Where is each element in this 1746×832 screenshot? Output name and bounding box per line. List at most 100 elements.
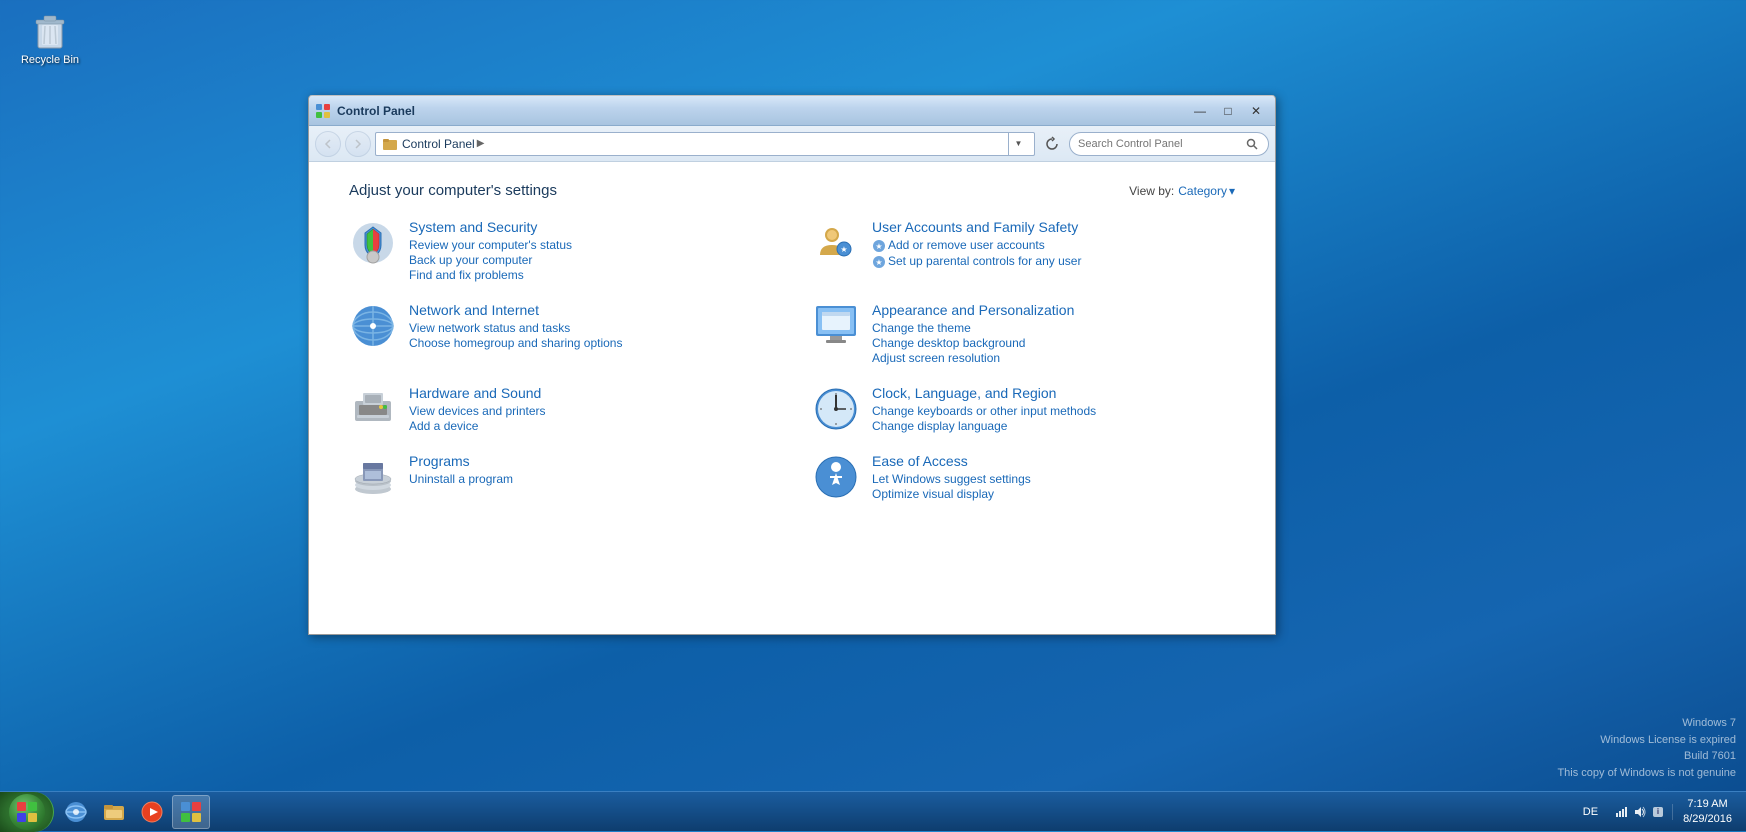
category-system-security: System and Security Review your computer…	[349, 219, 772, 282]
system-security-link-2[interactable]: Find and fix problems	[409, 268, 572, 282]
clock-link-0[interactable]: Change keyboards or other input methods	[872, 404, 1096, 418]
tray-date: 8/29/2016	[1683, 812, 1732, 826]
forward-button[interactable]	[345, 131, 371, 157]
network-tray-icon	[1615, 805, 1629, 819]
system-security-icon	[349, 219, 397, 267]
address-dropdown-button[interactable]: ▼	[1008, 132, 1028, 156]
cp-content: Adjust your computer's settings View by:…	[309, 162, 1275, 634]
programs-content: Programs Uninstall a program	[409, 453, 513, 486]
ease-title[interactable]: Ease of Access	[872, 453, 1031, 469]
minimize-button[interactable]: —	[1187, 101, 1213, 121]
refresh-icon	[1044, 136, 1060, 152]
parental-icon: ★	[872, 255, 886, 269]
user-accounts-link-1[interactable]: ★ Set up parental controls for any user	[872, 254, 1081, 269]
view-by-arrow-icon: ▾	[1229, 184, 1235, 198]
programs-title[interactable]: Programs	[409, 453, 513, 469]
ease-icon	[812, 453, 860, 501]
watermark-line3: Build 7601	[1557, 748, 1736, 765]
svg-text:★: ★	[840, 245, 847, 254]
titlebar: Control Panel — □ ✕	[309, 96, 1275, 126]
hardware-title[interactable]: Hardware and Sound	[409, 385, 546, 401]
programs-icon	[349, 453, 397, 501]
volume-tray-icon	[1633, 805, 1647, 819]
appearance-link-1[interactable]: Change desktop background	[872, 336, 1074, 350]
network-link-0[interactable]: View network status and tasks	[409, 321, 622, 335]
category-programs: Programs Uninstall a program	[349, 453, 772, 501]
appearance-links: Change the theme Change desktop backgrou…	[872, 321, 1074, 365]
tray-clock[interactable]: 7:19 AM 8/29/2016	[1677, 797, 1738, 826]
content-heading: Adjust your computer's settings	[349, 182, 557, 199]
view-by-label: View by:	[1129, 184, 1174, 198]
address-folder-icon	[382, 136, 398, 152]
titlebar-buttons: — □ ✕	[1187, 101, 1269, 121]
svg-text:i: i	[1657, 807, 1659, 816]
window-title: Control Panel	[337, 104, 1187, 118]
network-link-1[interactable]: Choose homegroup and sharing options	[409, 336, 622, 350]
system-security-content: System and Security Review your computer…	[409, 219, 572, 282]
tray-time: 7:19 AM	[1687, 797, 1727, 811]
network-links: View network status and tasks Choose hom…	[409, 321, 622, 350]
ease-links: Let Windows suggest settings Optimize vi…	[872, 472, 1031, 501]
view-by: View by: Category ▾	[1129, 184, 1235, 198]
address-bar[interactable]: Control Panel ▶ ▼	[375, 132, 1035, 156]
system-security-link-0[interactable]: Review your computer's status	[409, 238, 572, 252]
recycle-bin-icon[interactable]: Recycle Bin	[10, 10, 90, 66]
taskbar-items	[54, 792, 214, 831]
category-ease: Ease of Access Let Windows suggest setti…	[812, 453, 1235, 501]
ease-link-1[interactable]: Optimize visual display	[872, 487, 1031, 501]
programs-link-0[interactable]: Uninstall a program	[409, 472, 513, 486]
navbar: Control Panel ▶ ▼	[309, 126, 1275, 162]
start-orb	[9, 794, 45, 830]
close-button[interactable]: ✕	[1243, 101, 1269, 121]
appearance-link-2[interactable]: Adjust screen resolution	[872, 351, 1074, 365]
hardware-link-0[interactable]: View devices and printers	[409, 404, 546, 418]
network-title[interactable]: Network and Internet	[409, 302, 622, 318]
taskbar-ie[interactable]	[58, 795, 94, 829]
clock-link-1[interactable]: Change display language	[872, 419, 1096, 433]
appearance-title[interactable]: Appearance and Personalization	[872, 302, 1074, 318]
refresh-button[interactable]	[1039, 131, 1065, 157]
system-security-link-1[interactable]: Back up your computer	[409, 253, 572, 267]
start-button[interactable]	[0, 792, 54, 832]
recycle-bin-svg	[30, 10, 70, 50]
taskbar: DE	[0, 791, 1746, 831]
tray-volume-icon[interactable]	[1632, 804, 1648, 820]
system-security-links: Review your computer's status Back up yo…	[409, 238, 572, 282]
clock-links: Change keyboards or other input methods …	[872, 404, 1096, 433]
search-button[interactable]	[1244, 136, 1260, 152]
network-icon	[349, 302, 397, 350]
appearance-icon	[812, 302, 860, 350]
address-arrow-icon: ▶	[477, 138, 485, 149]
view-by-dropdown[interactable]: Category ▾	[1178, 184, 1235, 198]
back-button[interactable]	[315, 131, 341, 157]
hardware-link-1[interactable]: Add a device	[409, 419, 546, 433]
tray-network-icon[interactable]	[1614, 804, 1630, 820]
maximize-button[interactable]: □	[1215, 101, 1241, 121]
taskbar-explorer[interactable]	[96, 795, 132, 829]
search-input[interactable]	[1078, 138, 1240, 150]
taskbar-media[interactable]	[134, 795, 170, 829]
user-accounts-link-0[interactable]: ★ Add or remove user accounts	[872, 238, 1081, 253]
svg-text:★: ★	[875, 242, 882, 251]
ease-link-0[interactable]: Let Windows suggest settings	[872, 472, 1031, 486]
hardware-icon	[349, 385, 397, 433]
appearance-link-0[interactable]: Change the theme	[872, 321, 1074, 335]
search-box[interactable]	[1069, 132, 1269, 156]
clock-title[interactable]: Clock, Language, and Region	[872, 385, 1096, 401]
control-panel-window: Control Panel — □ ✕	[308, 95, 1276, 635]
user-accounts-links: ★ Add or remove user accounts ★ Set up p…	[872, 238, 1081, 269]
windows-logo-icon	[16, 801, 38, 823]
system-security-title[interactable]: System and Security	[409, 219, 572, 235]
tray-icons: i	[1608, 804, 1673, 820]
user-accounts-icon: ★	[812, 219, 860, 267]
appearance-content: Appearance and Personalization Change th…	[872, 302, 1074, 365]
tray-notification-icon[interactable]: i	[1650, 804, 1666, 820]
category-appearance: Appearance and Personalization Change th…	[812, 302, 1235, 365]
taskbar-control-panel[interactable]	[172, 795, 210, 829]
categories-grid: System and Security Review your computer…	[349, 219, 1235, 501]
tray-language[interactable]: DE	[1577, 806, 1604, 818]
category-network: Network and Internet View network status…	[349, 302, 772, 365]
user-accounts-title[interactable]: User Accounts and Family Safety	[872, 219, 1081, 235]
programs-links: Uninstall a program	[409, 472, 513, 486]
content-header: Adjust your computer's settings View by:…	[349, 182, 1235, 199]
